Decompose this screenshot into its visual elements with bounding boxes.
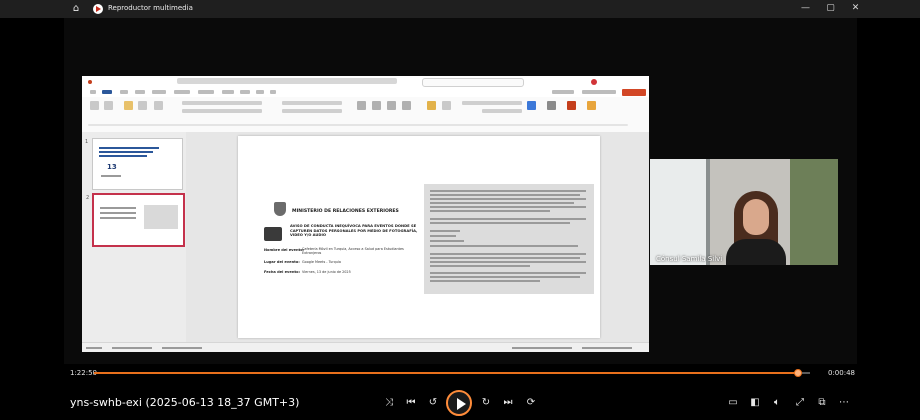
title-bar: ⌂ Reproductor multimedia — ▢ ✕ xyxy=(0,0,920,18)
slide-notice-title: AVISO DE CONDUCTA INEQUÍVOCA PARA EVENTO… xyxy=(290,224,418,238)
volume-speaker-icon[interactable]: 🔈︎ xyxy=(770,396,784,410)
shared-screen-powerpoint: 1 13 2 MINISTERIO DE RELACIONES EXTERIOR… xyxy=(82,76,649,352)
camera-icon xyxy=(264,227,282,241)
cast-icon[interactable]: ◧ xyxy=(748,396,762,410)
slide-thumbnail-2: 2 xyxy=(86,193,185,247)
mini-player-icon[interactable]: ⧉ xyxy=(815,396,829,410)
pp-document-title xyxy=(177,78,397,84)
slide-date-value: Viernes, 13 de junio de 2025 xyxy=(302,270,351,274)
slide: MINISTERIO DE RELACIONES EXTERIORES AVIS… xyxy=(238,136,600,338)
close-icon[interactable]: ✕ xyxy=(843,0,868,18)
slide-thumbnail-date-number: 13 xyxy=(107,163,117,171)
minimize-icon[interactable]: — xyxy=(793,0,818,18)
seek-bar[interactable] xyxy=(94,369,810,377)
pp-menu-tabs xyxy=(82,88,649,97)
slide-thumbnail-1: 1 13 xyxy=(85,138,183,190)
participant-video-tile: Cónsul Samila Silvi xyxy=(650,159,838,265)
slide-event-name-label: Nombre del evento: xyxy=(264,248,305,252)
shuffle-icon[interactable]: ⤨ xyxy=(382,396,396,410)
seek-bar-thumb[interactable] xyxy=(793,369,802,377)
repeat-icon[interactable]: ⟳ xyxy=(524,396,538,410)
slide-place-value: Google Meets - Turquía xyxy=(302,260,341,264)
pp-ribbon xyxy=(82,97,649,133)
pp-autosave-icon xyxy=(88,80,92,84)
window-title: Reproductor multimedia xyxy=(108,4,193,12)
slide-event-name-value: Cafetería Móvil en Turquía, Acceso a Sal… xyxy=(302,247,404,256)
pp-record-icon xyxy=(591,79,597,85)
skip-forward-30-icon[interactable]: ↻ xyxy=(479,396,493,410)
slide-ministry-name: MINISTERIO DE RELACIONES EXTERIORES xyxy=(292,209,399,214)
media-title: yns-swhb-exi (2025-06-13 18_37 GMT+3) xyxy=(70,396,300,409)
pp-slide-canvas: MINISTERIO DE RELACIONES EXTERIORES AVIS… xyxy=(186,132,649,342)
next-icon[interactable]: ⏭ xyxy=(501,396,515,410)
fullscreen-icon[interactable]: ⤢ xyxy=(793,396,807,410)
previous-icon[interactable]: ⏮ xyxy=(404,396,418,410)
seek-bar-progress xyxy=(94,372,798,374)
media-player-icon xyxy=(93,4,103,14)
participant-name: Cónsul Samila Silvi xyxy=(656,255,723,263)
pp-search-box xyxy=(422,78,524,87)
slide-legal-text-block xyxy=(424,184,594,294)
pp-slide-thumbnails: 1 13 2 xyxy=(82,132,186,342)
ministry-shield-icon xyxy=(274,202,286,216)
pp-status-bar xyxy=(82,342,649,352)
play-button[interactable] xyxy=(446,390,472,416)
elapsed-time: 1:22:50 xyxy=(70,369,97,377)
more-options-icon[interactable]: ⋯ xyxy=(837,396,851,410)
remaining-time: 0:00:48 xyxy=(828,369,855,377)
slide-place-label: Lugar del evento: xyxy=(264,260,300,264)
skip-back-10-icon[interactable]: ↺ xyxy=(426,396,440,410)
volume-icon[interactable]: ▭ xyxy=(726,396,740,410)
slide-date-label: Fecha del evento: xyxy=(264,270,301,274)
home-icon[interactable]: ⌂ xyxy=(70,3,82,15)
maximize-icon[interactable]: ▢ xyxy=(818,0,843,18)
